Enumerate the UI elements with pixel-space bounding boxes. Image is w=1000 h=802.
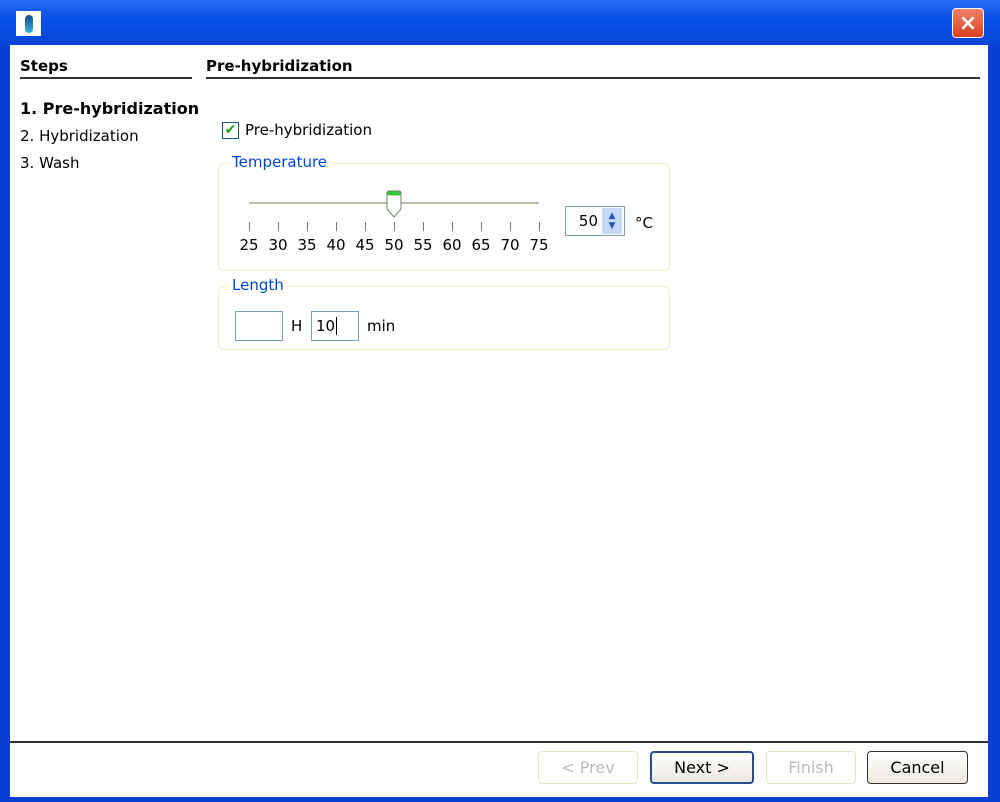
slider-tick	[278, 222, 279, 231]
slider-tick	[394, 222, 395, 231]
slider-ticks	[249, 222, 540, 232]
slider-tick	[423, 222, 424, 231]
length-group-label: Length	[229, 276, 287, 294]
prev-label: < Prev	[561, 758, 615, 777]
temperature-group: Temperature 25 30 35 40 45 50 55 60 65 70 75 50 ▲ …	[218, 153, 670, 271]
slider-tick-label: 35	[297, 236, 317, 254]
finish-label: Finish	[788, 758, 834, 777]
slider-tick-label: 70	[500, 236, 520, 254]
minutes-value: 10	[316, 317, 336, 335]
spin-up-icon[interactable]: ▲	[609, 211, 616, 221]
prev-button[interactable]: < Prev	[538, 751, 638, 784]
length-group: Length H 10​ min	[218, 276, 670, 350]
slider-tick-label: 60	[442, 236, 462, 254]
slider-tick-label: 65	[471, 236, 491, 254]
steps-list: 1. Pre-hybridization 2. Hybridization 3.…	[20, 99, 199, 180]
slider-tick	[481, 222, 482, 231]
step-item-hybridization: 2. Hybridization	[20, 127, 139, 145]
slider-tick-label: 50	[384, 236, 404, 254]
slider-tick-label: 25	[239, 236, 259, 254]
slider-tick-label: 75	[529, 236, 549, 254]
hours-unit-label: H	[291, 317, 303, 335]
checkbox-label: Pre-hybridization	[245, 121, 372, 139]
divider	[10, 741, 988, 743]
cancel-label: Cancel	[890, 758, 945, 777]
slider-tick-label: 45	[355, 236, 375, 254]
page-title: Pre-hybridization	[206, 57, 353, 75]
slider-tick	[539, 222, 540, 231]
next-label: Next >	[674, 758, 730, 777]
wizard-dialog: Steps Pre-hybridization 1. Pre-hybridiza…	[10, 45, 988, 797]
slider-tick-label: 30	[268, 236, 288, 254]
next-button[interactable]: Next >	[650, 751, 754, 784]
divider	[20, 77, 192, 79]
slider-tick	[365, 222, 366, 231]
slider-tick-label: 40	[326, 236, 346, 254]
spin-buttons[interactable]: ▲ ▼	[602, 208, 622, 234]
spin-down-icon[interactable]: ▼	[609, 221, 616, 231]
step-item-pre-hybridization: 1. Pre-hybridization	[20, 99, 200, 118]
checkmark-icon: ✔	[224, 122, 237, 138]
step-item-wash: 3. Wash	[20, 154, 80, 172]
slider-tick	[452, 222, 453, 231]
minutes-unit-label: min	[367, 317, 396, 335]
temperature-unit: °C	[635, 214, 653, 232]
close-button[interactable]: ×	[952, 8, 984, 38]
steps-heading: Steps	[20, 57, 68, 75]
minutes-input[interactable]: 10​	[311, 311, 359, 341]
temperature-value[interactable]: 50	[566, 212, 602, 230]
slider-tick	[249, 222, 250, 231]
slider-tick	[336, 222, 337, 231]
finish-button[interactable]: Finish	[766, 751, 856, 784]
slider-tick-label: 55	[413, 236, 433, 254]
title-bar: ×	[0, 0, 1000, 45]
temperature-spinbox[interactable]: 50 ▲ ▼	[565, 206, 625, 236]
pre-hybridization-checkbox[interactable]: ✔	[222, 121, 239, 139]
slider-tick	[510, 222, 511, 231]
divider	[206, 77, 980, 79]
slider-tick	[307, 222, 308, 231]
text-cursor: ​	[336, 317, 338, 335]
pre-hybridization-checkbox-row[interactable]: ✔ Pre-hybridization	[222, 121, 372, 139]
temperature-slider-thumb[interactable]	[386, 190, 402, 218]
cancel-button[interactable]: Cancel	[867, 751, 968, 784]
temperature-group-label: Temperature	[229, 153, 331, 171]
app-icon	[16, 11, 41, 36]
hours-input[interactable]	[235, 311, 283, 341]
